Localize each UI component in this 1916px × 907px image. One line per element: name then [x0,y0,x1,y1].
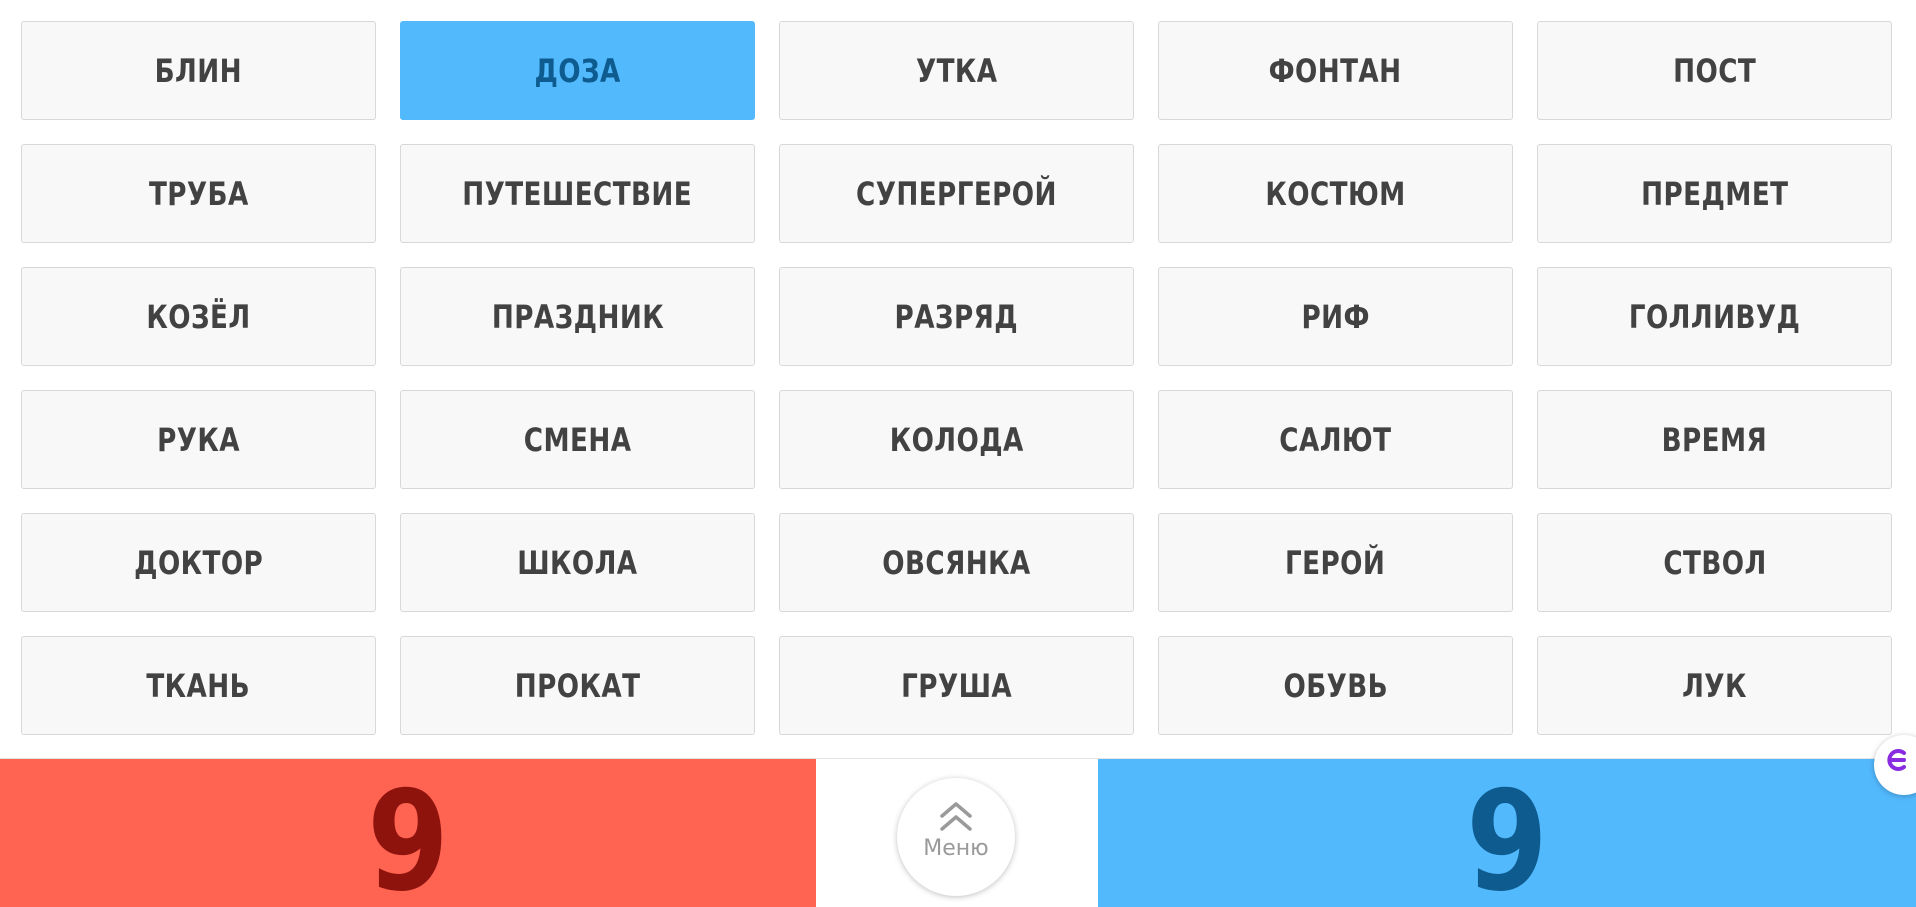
word-card-label: РУКА [157,420,240,459]
word-card[interactable]: БЛИН [21,21,376,120]
word-card-label: РАЗРЯД [894,297,1019,336]
word-card[interactable]: ШКОЛА [400,513,755,612]
word-card[interactable]: КОЛОДА [779,390,1134,489]
word-card[interactable]: ТРУБА [21,144,376,243]
word-card[interactable]: ДОКТОР [21,513,376,612]
word-card[interactable]: ПУТЕШЕСТВИЕ [400,144,755,243]
word-card-label: ПУТЕШЕСТВИЕ [462,174,693,213]
word-card[interactable]: РАЗРЯД [779,267,1134,366]
word-card-label: ГОЛЛИВУД [1628,297,1801,336]
red-team-score: 9 [367,761,449,907]
red-team-panel: 9 [0,759,816,907]
word-card-label: СТВОЛ [1662,543,1767,582]
word-card-label: РИФ [1301,297,1370,336]
word-card[interactable]: УТКА [779,21,1134,120]
word-card-label: ЛУК [1682,666,1747,705]
word-card-label: ТРУБА [148,174,249,213]
word-card-label: КОЗЁЛ [146,297,251,336]
word-card-label: ПРОКАТ [514,666,641,705]
word-card-label: ГРУША [901,666,1012,705]
word-card[interactable]: ДОЗА [400,21,755,120]
word-card[interactable]: ОБУВЬ [1158,636,1513,735]
word-card[interactable]: ПРОКАТ [400,636,755,735]
word-card[interactable]: ЛУК [1537,636,1892,735]
word-card-label: УТКА [915,51,998,90]
word-card[interactable]: КОЗЁЛ [21,267,376,366]
word-card[interactable]: СУПЕРГЕРОЙ [779,144,1134,243]
word-card[interactable]: КОСТЮМ [1158,144,1513,243]
word-card[interactable]: ГЕРОЙ [1158,513,1513,612]
word-card-label: ПРАЗДНИК [491,297,664,336]
word-card[interactable]: ПРЕДМЕТ [1537,144,1892,243]
word-card-label: ФОНТАН [1269,51,1402,90]
blue-team-score: 9 [1466,761,1548,907]
word-card[interactable]: ПРАЗДНИК [400,267,755,366]
word-card[interactable]: ОВСЯНКА [779,513,1134,612]
word-card[interactable]: СМЕНА [400,390,755,489]
word-card-label: ГЕРОЙ [1285,543,1386,582]
word-card-label: ПОСТ [1672,51,1757,90]
word-card-label: КОСТЮМ [1265,174,1406,213]
word-card[interactable]: ГРУША [779,636,1134,735]
word-card-label: ВРЕМЯ [1661,420,1768,459]
word-card[interactable]: ПОСТ [1537,21,1892,120]
word-card[interactable]: ТКАНЬ [21,636,376,735]
blue-team-panel: 9 [1098,759,1916,907]
word-card-label: ОВСЯНКА [882,543,1031,582]
word-card-label: ОБУВЬ [1283,666,1388,705]
word-card-label: КОЛОДА [889,420,1024,459]
word-board: БЛИН ДОЗА УТКА ФОНТАН ПОСТ ТРУБА ПУТЕШЕСТВИЕ СУ… [21,21,1893,735]
word-card-label: ТКАНЬ [146,666,251,705]
double-chevron-up-icon [940,802,972,831]
menu-button[interactable]: Меню [897,778,1015,896]
word-card-label: БЛИН [154,51,243,90]
word-card[interactable]: ГОЛЛИВУД [1537,267,1892,366]
widget-logo-icon [1887,749,1906,771]
score-footer: 9 Меню 9 [0,759,1916,907]
word-card-label: ДОКТОР [133,543,264,582]
word-card-label: САЛЮТ [1279,420,1392,459]
word-card-label: ШКОЛА [517,543,638,582]
word-card[interactable]: СТВОЛ [1537,513,1892,612]
word-card[interactable]: САЛЮТ [1158,390,1513,489]
word-card[interactable]: ВРЕМЯ [1537,390,1892,489]
word-card-label: ПРЕДМЕТ [1640,174,1789,213]
menu-area: Меню [816,759,1098,907]
menu-label: Меню [923,836,989,861]
word-card[interactable]: ФОНТАН [1158,21,1513,120]
word-card[interactable]: РИФ [1158,267,1513,366]
word-card[interactable]: РУКА [21,390,376,489]
word-card-label: ДОЗА [534,51,621,90]
word-card-label: СМЕНА [523,420,632,459]
word-card-label: СУПЕРГЕРОЙ [856,174,1057,213]
